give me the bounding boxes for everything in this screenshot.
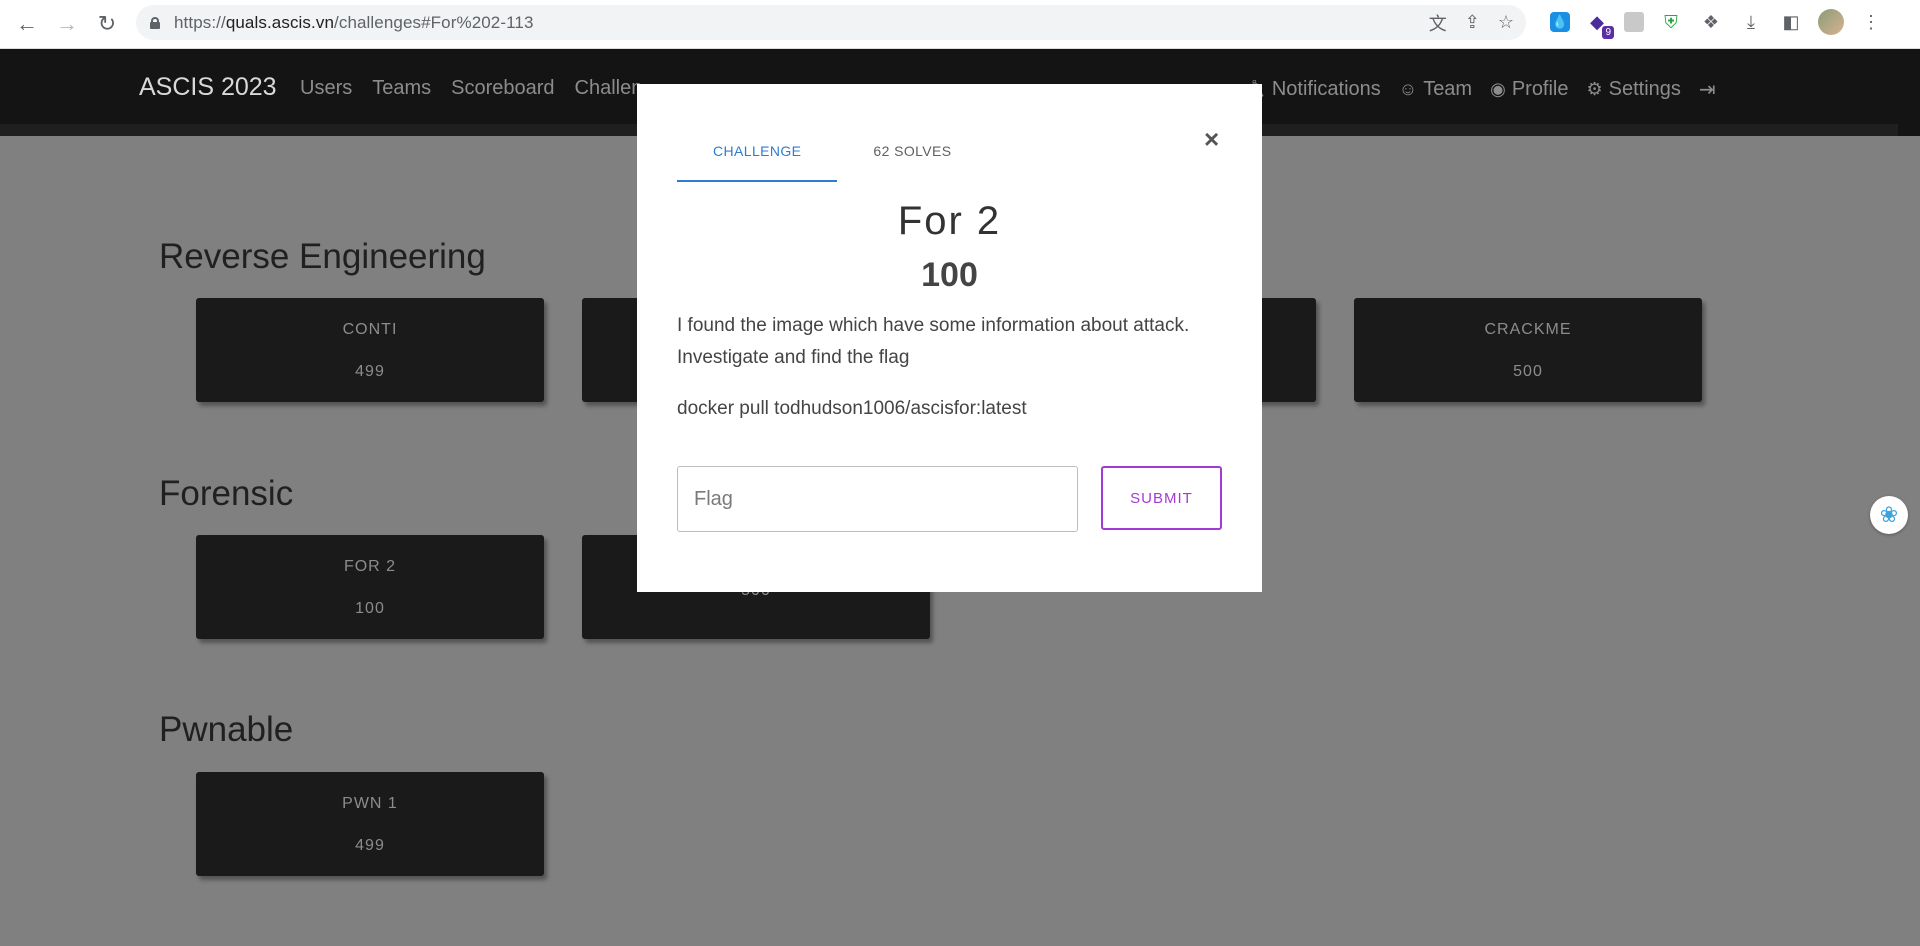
challenge-card-for-2[interactable]: FOR 2 100	[196, 535, 544, 639]
challenge-title: For 2	[897, 199, 1002, 243]
challenge-value: 499	[355, 363, 385, 380]
profile-avatar[interactable]	[1818, 9, 1844, 35]
logout-icon[interactable]: ⇥	[1699, 77, 1716, 102]
menu-kebab-icon[interactable]: ⋮	[1858, 9, 1884, 35]
nav-notifications-label: Notifications	[1271, 78, 1381, 100]
share-icon[interactable]: ⇪	[1465, 12, 1480, 33]
address-bar[interactable]: https://quals.ascis.vn/challenges#For%20…	[136, 5, 1526, 40]
nav-links: Users Teams Scoreboard Challen	[300, 77, 642, 100]
challenge-name: CRACKME	[1484, 321, 1572, 338]
category-title: Pwnable	[159, 710, 294, 749]
nav-users[interactable]: Users	[300, 77, 352, 100]
assistant-floating-icon[interactable]: ❀	[1870, 496, 1908, 534]
challenge-value: 100	[355, 600, 385, 617]
shield-extension-icon[interactable]: ⛨	[1658, 9, 1684, 35]
browser-toolbar: ← → ↻ https://quals.ascis.vn/challenges#…	[0, 0, 1920, 49]
nav-profile[interactable]: ◉ Profile	[1490, 78, 1568, 101]
nav-team[interactable]: ☺ Team	[1399, 78, 1472, 101]
tab-solves[interactable]: 62 SOLVES	[837, 134, 963, 182]
nav-settings[interactable]: ⚙ Settings	[1587, 78, 1681, 101]
puzzle-extensions-icon[interactable]: ❖	[1698, 9, 1724, 35]
gears-icon: ⚙	[1586, 79, 1603, 99]
url-text[interactable]: https://quals.ascis.vn/challenges#For%20…	[174, 13, 534, 33]
droplet-extension-icon[interactable]: 💧	[1550, 12, 1570, 32]
profile-extension-icon[interactable]	[1624, 12, 1644, 32]
nav-profile-label: Profile	[1511, 78, 1569, 100]
url-path: /challenges#For%202-113	[334, 12, 534, 32]
challenge-value: 499	[355, 837, 385, 854]
challenge-value: 500	[1513, 363, 1543, 380]
reload-icon[interactable]: ↻	[87, 4, 127, 44]
challenge-modal: CHALLENGE 62 SOLVES × For 2 100 I found …	[637, 84, 1262, 592]
nav-scoreboard[interactable]: Scoreboard	[451, 77, 554, 100]
challenge-card-pwn-1[interactable]: PWN 1 499	[196, 772, 544, 876]
download-icon[interactable]: ⤓	[1738, 9, 1764, 35]
challenge-name: PWN 1	[342, 795, 398, 812]
challenge-card-crackme[interactable]: CRACKME 500	[1354, 298, 1702, 402]
stack-extension-icon[interactable]: ◆ 9	[1584, 9, 1614, 39]
url-host: quals.ascis.vn	[225, 12, 335, 32]
nav-team-label: Team	[1423, 78, 1473, 100]
challenge-description: I found the image which have some inform…	[677, 315, 1190, 368]
user-circle-icon: ◉	[1490, 79, 1506, 99]
nav-notifications[interactable]: 🔔︎Notifications	[1243, 78, 1381, 101]
extension-badge: 9	[1602, 26, 1614, 39]
tab-challenge[interactable]: CHALLENGE	[677, 134, 838, 182]
nav-challenges[interactable]: Challen	[575, 77, 643, 100]
back-icon[interactable]: ←	[7, 4, 47, 44]
forward-icon[interactable]: →	[47, 4, 87, 44]
url-scheme: https://	[174, 12, 226, 32]
nav-right-links: 🔔︎Notifications ☺Team ◉Profile ⚙Settings…	[1243, 77, 1716, 102]
omnibox-actions: 文 ⇪ ☆	[1429, 5, 1514, 40]
category-title: Forensic	[159, 474, 294, 513]
brand-logo[interactable]: ASCIS 2023	[139, 73, 277, 102]
category-title: Reverse Engineering	[159, 237, 486, 276]
lock-icon[interactable]	[150, 16, 160, 29]
nav-settings-label: Settings	[1608, 78, 1681, 100]
challenge-points: 100	[921, 256, 978, 294]
challenge-command: docker pull todhudson1006/ascisfor:lates…	[677, 398, 1027, 419]
modal-tabs: CHALLENGE 62 SOLVES	[677, 134, 963, 182]
close-icon[interactable]: ×	[1204, 124, 1219, 155]
translate-icon[interactable]: 文	[1429, 10, 1447, 36]
users-icon: ☺	[1398, 79, 1418, 99]
bookmark-star-icon[interactable]: ☆	[1498, 12, 1514, 33]
nav-teams[interactable]: Teams	[372, 77, 431, 100]
extensions-area: 💧 ◆ 9 ⛨ ❖ ⤓ ◧ ⋮	[1550, 0, 1884, 44]
challenge-name: FOR 2	[343, 558, 397, 575]
flag-input[interactable]	[677, 466, 1078, 532]
side-panel-icon[interactable]: ◧	[1778, 9, 1804, 35]
challenge-name: CONTI	[342, 321, 398, 338]
submit-button[interactable]: SUBMIT	[1101, 466, 1222, 530]
challenge-card-conti[interactable]: CONTI 499	[196, 298, 544, 402]
